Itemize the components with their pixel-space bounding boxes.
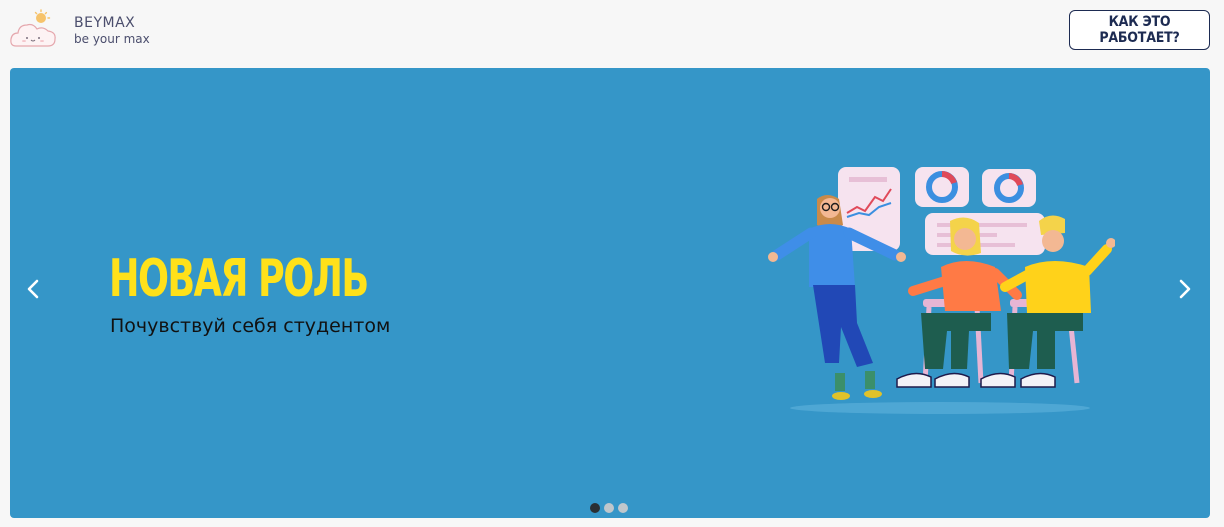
carousel-pagination: [590, 503, 630, 513]
brand-name: BEYMAX: [74, 15, 136, 31]
carousel-dot-2[interactable]: [604, 503, 614, 513]
carousel-dot-1[interactable]: [590, 503, 600, 513]
carousel-dot-3[interactable]: [618, 503, 628, 513]
how-it-works-button[interactable]: КАК ЭТО РАБОТАЕТ?: [1069, 10, 1210, 50]
slide-subtitle: Почувствуй себя студентом: [110, 315, 391, 337]
hero-carousel: НОВАЯ РОЛЬ Почувствуй себя студентом: [10, 68, 1210, 518]
chevron-left-icon: [27, 279, 39, 299]
carousel-next-button[interactable]: [1170, 274, 1200, 304]
chevron-right-icon: [1179, 279, 1191, 299]
students-illustration: [768, 167, 1115, 414]
slide-title: НОВАЯ РОЛЬ: [109, 249, 369, 309]
logo-link[interactable]: BEYMAX be your max: [8, 9, 158, 51]
site-header: BEYMAX be your max КАК ЭТО РАБОТАЕТ?: [0, 0, 1224, 62]
brand-tagline: be your max: [74, 32, 150, 46]
cloud-sun-icon: [10, 9, 56, 47]
carousel-prev-button[interactable]: [18, 274, 48, 304]
